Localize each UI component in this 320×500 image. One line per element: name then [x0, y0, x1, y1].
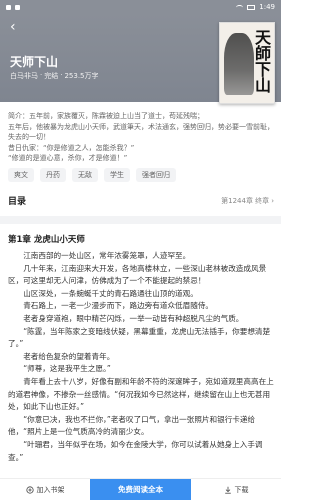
chapter-paragraph: “陈霆，当年陈家之变暗线伏疑，黑幕重重，龙虎山无法插手，你要想清楚了。”	[8, 326, 271, 349]
tag[interactable]: 无敌	[72, 168, 98, 182]
back-arrow-icon[interactable]: ‹	[10, 20, 24, 34]
tag-list: 爽文 丹药 无敌 学生 强者回归	[8, 168, 176, 182]
download-button[interactable]: 下载	[191, 479, 281, 500]
add-to-shelf-button[interactable]: 加入书架	[0, 479, 90, 500]
book-meta: 白马非马 · 完结 · 253.5万字	[10, 71, 99, 81]
chapter-paragraph: “你意已决，我也不拦你，”老者叹了口气，拿出一张照片和银行卡递给他，“照片上是一…	[8, 414, 256, 437]
read-free-button[interactable]: 免费阅读全本	[90, 479, 191, 500]
chapter-title: 第1章 龙虎山小天师	[8, 235, 85, 245]
author[interactable]: 白马非马	[10, 71, 38, 81]
book-title: 天师下山	[10, 55, 59, 69]
download-label: 下载	[234, 485, 249, 494]
intro-line: “修道的是道心意，杀你，才是修道！”	[8, 154, 128, 162]
add-to-shelf-label: 加入书架	[36, 485, 65, 494]
tag[interactable]: 学生	[104, 168, 130, 182]
status-left	[6, 4, 20, 10]
chevron-right-icon: ›	[271, 196, 274, 205]
chapter-paragraph: 老者给色复杂的望着青年。	[23, 351, 115, 361]
add-circle-icon	[25, 485, 34, 494]
chapter-paragraph: “师尊，这是我平生之愿。”	[23, 364, 111, 374]
status-right: 1:49	[236, 3, 275, 11]
wifi-icon	[236, 4, 244, 10]
book-cover[interactable]: 天師下山	[219, 22, 275, 104]
battery-icon	[247, 4, 256, 10]
status-bar: 1:49	[0, 0, 281, 14]
chapter-paragraph: 青石路上，一老一少漫步而下，路边旁有道众低眉随侍。	[23, 301, 214, 311]
intro-line: 昔日仇家：“你是修道之人，怎能杀我？”	[8, 143, 135, 152]
chapter-paragraph: 青年看上去十八岁，好像有副和年龄不符的深邃眸子，宛如道观里高高在上的道君神像，不…	[8, 376, 274, 412]
catalog-status: 第1244章 终章 ›	[221, 196, 274, 206]
intro-line: 五年后，他被暴为龙虎山小天师，武道筆天，术法通玄，强势回归，势必要一雪前耻，	[8, 122, 274, 131]
intro-line: 简介：五年前，家族覆灭，陈霖被迫上山当了道士，苟延残喘；	[8, 112, 204, 120]
word-count: 253.5万字	[64, 72, 99, 80]
chapter-paragraph: 江南西部的一处山区，常年浓雾笼罩，人迹罕至。	[23, 251, 191, 260]
catalog-label: 目录	[8, 197, 27, 207]
chapter-paragraph: 老者身穿道袍，眼中精芒闪烁，一举一动皆有种超脱凡尘的气质。	[23, 313, 244, 323]
chapter-paragraph: “叶珊君，当年似乎在场，如今在金陵大学，你可以试着从她身上入手调查。”	[8, 439, 263, 462]
intro-line: 失去的一切！	[8, 133, 50, 141]
book-intro: 简介：五年前，家族覆灭，陈霖被迫上山当了道士，苟延残喘； 五年后，他被暴为龙虎山…	[8, 111, 274, 164]
section-divider	[0, 216, 281, 224]
notification-icon	[6, 4, 11, 10]
catalog-row[interactable]: 目录 第1244章 终章 ›	[8, 194, 274, 208]
app-icon	[15, 4, 20, 10]
status: 完结	[44, 72, 59, 80]
meta-dot: ·	[60, 71, 63, 79]
chapter-paragraph: 几十年来，江南迎来大开发，各地高楼林立，一些深山老林被改造成风景区，可这里却无人…	[8, 263, 267, 286]
download-icon	[224, 486, 231, 494]
chapter-body: 江南西部的一处山区，常年浓雾笼罩，人迹罕至。 几十年来，江南迎来大开发，各地高楼…	[8, 250, 274, 470]
tag[interactable]: 爽文	[8, 168, 34, 182]
tag[interactable]: 丹药	[40, 168, 66, 182]
meta-dot: ·	[40, 71, 43, 79]
latest-chapter: 第1244章 终章	[221, 196, 270, 205]
cover-title: 天師下山	[252, 29, 271, 93]
bottom-action-bar: 加入书架 免费阅读全本 下载	[0, 478, 281, 500]
cover-figure	[224, 33, 254, 95]
tag[interactable]: 强者回归	[136, 168, 176, 182]
chapter-paragraph: 山区深处，一条蜿蜒千丈的青石路通往山顶的道观。	[23, 288, 198, 298]
status-time: 1:49	[259, 3, 275, 11]
